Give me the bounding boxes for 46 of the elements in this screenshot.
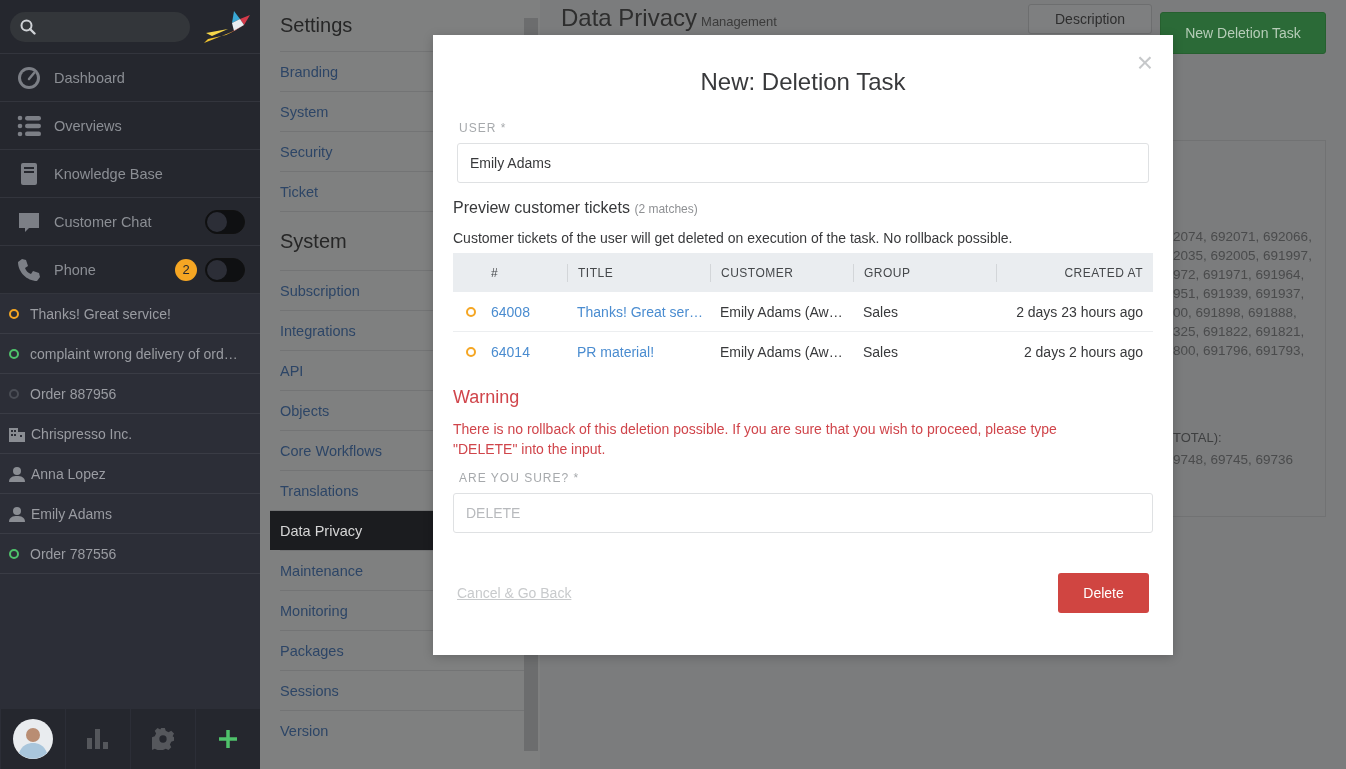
- table-cell-text: 2 days 23 hours ago: [1015, 303, 1144, 320]
- table-cell-text: 2 days 2 hours ago: [1022, 343, 1144, 360]
- search-field[interactable]: [10, 11, 190, 42]
- person-icon: [9, 465, 25, 482]
- column-header[interactable]: GROUP: [853, 263, 996, 282]
- settings-icon[interactable]: [152, 728, 174, 750]
- ticket-title-link[interactable]: PR material!: [567, 343, 710, 360]
- recent-item[interactable]: Order 787556: [30, 545, 117, 562]
- plus-icon[interactable]: [218, 729, 238, 749]
- column-header[interactable]: TITLE: [567, 263, 710, 282]
- search-icon: [20, 18, 36, 35]
- confirm-field[interactable]: DELETE: [453, 493, 1153, 533]
- page-subtitle: Management: [701, 14, 777, 29]
- toggle-switch[interactable]: [205, 257, 245, 282]
- bar-chart-icon[interactable]: [87, 729, 109, 749]
- recent-item[interactable]: Emily Adams: [31, 505, 112, 522]
- phone-icon: [17, 257, 41, 282]
- list-icon: [17, 113, 41, 138]
- table-cell-text: Emily Adams (Aw…: [719, 303, 844, 320]
- recent-item[interactable]: Order 887956: [30, 385, 117, 402]
- user-field[interactable]: Emily Adams: [457, 143, 1149, 183]
- nav-item[interactable]: Phone: [54, 261, 175, 278]
- delete-button[interactable]: Delete: [1058, 573, 1149, 613]
- warning-heading: Warning: [453, 387, 521, 409]
- toggle-switch[interactable]: [205, 209, 245, 234]
- person-icon: [9, 505, 25, 522]
- new-task-button[interactable]: New Deletion Task: [1160, 12, 1326, 54]
- recent-item[interactable]: Chrispresso Inc.: [31, 425, 133, 442]
- recent-item[interactable]: Thanks! Great service!: [30, 305, 171, 322]
- dialog-title: New: Deletion Task: [700, 67, 906, 96]
- section-heading: Settings: [280, 13, 354, 38]
- column-header[interactable]: CUSTOMER: [710, 263, 853, 282]
- table-cell-text: Sales: [862, 343, 900, 360]
- building-icon: [9, 425, 25, 442]
- avatar[interactable]: [13, 719, 53, 759]
- page-title: Data Privacy: [561, 4, 698, 31]
- count-badge: 2: [175, 258, 197, 281]
- recent-item[interactable]: complaint wrong delivery of ord…: [30, 345, 238, 362]
- table-cell-text: Sales: [862, 303, 900, 320]
- ticket-title-link[interactable]: Thanks! Great ser…: [567, 303, 710, 320]
- table-cell-text: Emily Adams (Aw…: [719, 343, 844, 360]
- recent-item[interactable]: Anna Lopez: [31, 465, 106, 482]
- column-header[interactable]: CREATED AT: [996, 263, 1153, 282]
- dashboard-icon: [17, 65, 41, 90]
- total-heading: TOTAL):: [1173, 430, 1223, 447]
- description-button[interactable]: Description: [1028, 4, 1152, 34]
